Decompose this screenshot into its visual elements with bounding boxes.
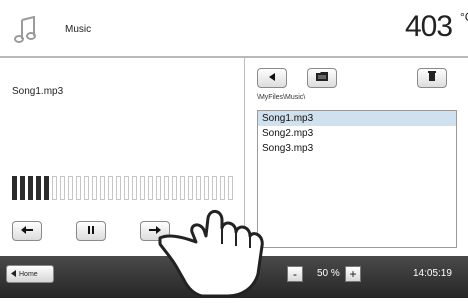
music-note-icon [10,14,42,46]
volume-level: 50 % [317,268,340,279]
progress-segment [124,176,129,200]
clock: 14:05:19 [413,268,452,279]
folder-path: \MyFiles\Music\ [257,94,306,101]
volume-down-button[interactable]: - [287,266,303,282]
folder-icon [315,69,329,87]
progress-segment [76,176,81,200]
list-item[interactable]: Song2.mp3 [258,126,456,141]
top-bar: Music 403 °C [0,0,468,58]
pause-icon [86,222,96,240]
progress-segment [60,176,65,200]
list-item[interactable]: Song3.mp3 [258,141,456,156]
progress-segment [92,176,97,200]
home-arrow-icon [11,269,16,279]
previous-button[interactable] [12,221,42,241]
progress-segment [140,176,145,200]
pointing-hand-icon [150,178,280,298]
progress-segment [100,176,105,200]
back-arrow-icon [268,69,276,87]
progress-segment [36,176,41,200]
file-list[interactable]: Song1.mp3 Song2.mp3 Song3.mp3 [257,110,457,248]
folder-back-button[interactable] [257,68,287,88]
home-button[interactable]: Home [6,265,54,283]
trash-icon [427,69,437,87]
volume-up-button[interactable]: + [345,266,361,282]
progress-segment [52,176,57,200]
page-title: Music [65,24,92,35]
progress-segment [20,176,25,200]
progress-segment [44,176,49,200]
list-item[interactable]: Song1.mp3 [258,111,456,126]
folder-button[interactable] [307,68,337,88]
home-label: Home [19,270,38,278]
back-icon [20,222,34,240]
progress-segment [68,176,73,200]
progress-segment [84,176,89,200]
progress-segment [12,176,17,200]
current-song-label: Song1.mp3 [12,86,64,97]
pause-button[interactable] [76,221,106,241]
delete-button[interactable] [417,68,447,88]
progress-segment [132,176,137,200]
temperature-readout: 403 [405,10,453,43]
progress-segment [108,176,113,200]
progress-segment [116,176,121,200]
progress-segment [28,176,33,200]
temperature-unit: °C [460,10,468,24]
